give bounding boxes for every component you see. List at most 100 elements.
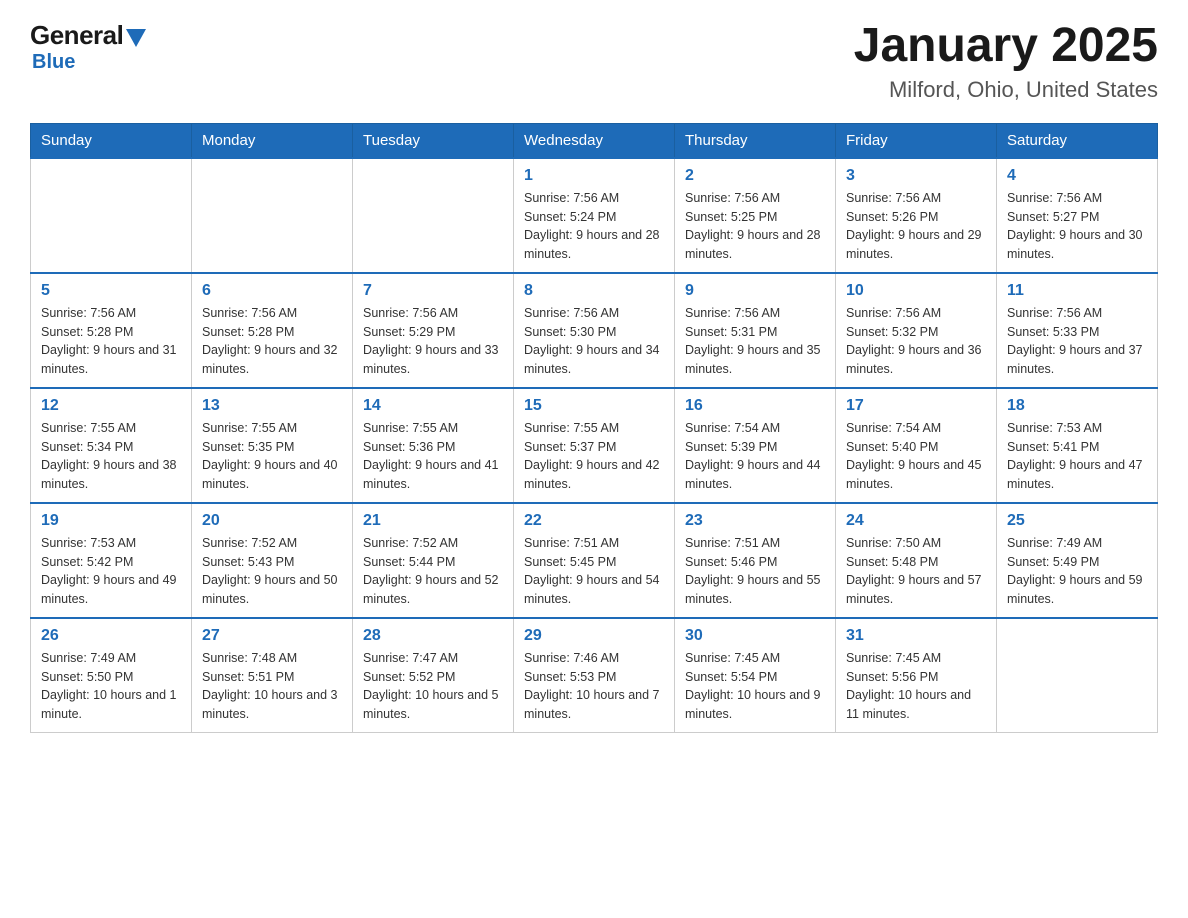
logo-triangle-icon [126,29,146,47]
location: Milford, Ohio, United States [854,77,1158,103]
logo-blue-text: Blue [32,51,75,74]
day-number: 5 [41,282,181,300]
calendar-cell: 11 Sunrise: 7:56 AMSunset: 5:33 PMDayligh… [997,273,1158,388]
calendar-cell: 16 Sunrise: 7:54 AMSunset: 5:39 PMDayligh… [675,388,836,503]
day-info: Sunrise: 7:52 AMSunset: 5:43 PMDaylight:… [202,534,342,609]
day-info: Sunrise: 7:56 AMSunset: 5:32 PMDaylight:… [846,304,986,379]
day-info: Sunrise: 7:45 AMSunset: 5:54 PMDaylight:… [685,649,825,724]
day-number: 19 [41,512,181,530]
calendar-cell: 25 Sunrise: 7:49 AMSunset: 5:49 PMDayligh… [997,503,1158,618]
day-number: 26 [41,627,181,645]
calendar-cell: 14Sunrise: 7:55 AMSunset: 5:36 PMDayligh… [353,388,514,503]
day-number: 12 [41,397,181,415]
day-number: 13 [202,397,342,415]
day-number: 6 [202,282,342,300]
calendar-week-row: 5 Sunrise: 7:56 AMSunset: 5:28 PMDaylight… [31,273,1158,388]
day-info: Sunrise: 7:56 AMSunset: 5:33 PMDaylight:… [1007,304,1147,379]
day-number: 29 [524,627,664,645]
calendar-cell: 10 Sunrise: 7:56 AMSunset: 5:32 PMDayligh… [836,273,997,388]
day-info: Sunrise: 7:50 AMSunset: 5:48 PMDaylight:… [846,534,986,609]
calendar-header-tuesday: Tuesday [353,123,514,158]
calendar-cell: 26 Sunrise: 7:49 AMSunset: 5:50 PMDayligh… [31,618,192,733]
day-info: Sunrise: 7:56 AMSunset: 5:31 PMDaylight:… [685,304,825,379]
calendar-cell: 28Sunrise: 7:47 AMSunset: 5:52 PMDayligh… [353,618,514,733]
day-info: Sunrise: 7:56 AMSunset: 5:28 PMDaylight:… [202,304,342,379]
day-info: Sunrise: 7:56 AMSunset: 5:30 PMDaylight:… [524,304,664,379]
calendar-cell: 13 Sunrise: 7:55 AMSunset: 5:35 PMDayligh… [192,388,353,503]
day-number: 4 [1007,167,1147,185]
calendar-cell: 17 Sunrise: 7:54 AMSunset: 5:40 PMDayligh… [836,388,997,503]
day-number: 15 [524,397,664,415]
calendar-header-row: SundayMondayTuesdayWednesdayThursdayFrid… [31,123,1158,158]
calendar-cell [192,158,353,273]
day-number: 9 [685,282,825,300]
calendar-cell: 27Sunrise: 7:48 AMSunset: 5:51 PMDayligh… [192,618,353,733]
day-number: 11 [1007,282,1147,300]
day-number: 3 [846,167,986,185]
calendar-cell: 12 Sunrise: 7:55 AMSunset: 5:34 PMDayligh… [31,388,192,503]
day-info: Sunrise: 7:56 AMSunset: 5:24 PMDaylight:… [524,189,664,264]
calendar-cell: 29 Sunrise: 7:46 AMSunset: 5:53 PMDayligh… [514,618,675,733]
day-number: 17 [846,397,986,415]
day-number: 1 [524,167,664,185]
day-info: Sunrise: 7:56 AMSunset: 5:29 PMDaylight:… [363,304,503,379]
calendar-cell: 21Sunrise: 7:52 AMSunset: 5:44 PMDayligh… [353,503,514,618]
day-info: Sunrise: 7:56 AMSunset: 5:27 PMDaylight:… [1007,189,1147,264]
day-info: Sunrise: 7:46 AMSunset: 5:53 PMDaylight:… [524,649,664,724]
logo-general-text: General [30,20,123,51]
calendar-cell: 15 Sunrise: 7:55 AMSunset: 5:37 PMDayligh… [514,388,675,503]
month-title: January 2025 [854,20,1158,73]
calendar-cell: 20 Sunrise: 7:52 AMSunset: 5:43 PMDayligh… [192,503,353,618]
calendar-header-wednesday: Wednesday [514,123,675,158]
day-number: 2 [685,167,825,185]
calendar-cell: 4 Sunrise: 7:56 AMSunset: 5:27 PMDaylight… [997,158,1158,273]
logo: General Blue [30,20,146,74]
calendar-cell: 19 Sunrise: 7:53 AMSunset: 5:42 PMDayligh… [31,503,192,618]
day-number: 18 [1007,397,1147,415]
calendar-cell: 2 Sunrise: 7:56 AMSunset: 5:25 PMDaylight… [675,158,836,273]
day-number: 14 [363,397,503,415]
day-info: Sunrise: 7:56 AMSunset: 5:25 PMDaylight:… [685,189,825,264]
page-header: General Blue January 2025 Milford, Ohio,… [30,20,1158,103]
calendar-header-monday: Monday [192,123,353,158]
calendar-cell: 18 Sunrise: 7:53 AMSunset: 5:41 PMDayligh… [997,388,1158,503]
calendar-cell [31,158,192,273]
calendar-header-thursday: Thursday [675,123,836,158]
calendar-cell: 8 Sunrise: 7:56 AMSunset: 5:30 PMDaylight… [514,273,675,388]
calendar-header-saturday: Saturday [997,123,1158,158]
day-number: 22 [524,512,664,530]
calendar-cell: 3 Sunrise: 7:56 AMSunset: 5:26 PMDaylight… [836,158,997,273]
day-number: 27 [202,627,342,645]
day-info: Sunrise: 7:51 AMSunset: 5:46 PMDaylight:… [685,534,825,609]
day-number: 10 [846,282,986,300]
day-info: Sunrise: 7:54 AMSunset: 5:40 PMDaylight:… [846,419,986,494]
day-number: 31 [846,627,986,645]
day-info: Sunrise: 7:52 AMSunset: 5:44 PMDaylight:… [363,534,503,609]
day-info: Sunrise: 7:54 AMSunset: 5:39 PMDaylight:… [685,419,825,494]
day-info: Sunrise: 7:56 AMSunset: 5:28 PMDaylight:… [41,304,181,379]
day-number: 25 [1007,512,1147,530]
day-info: Sunrise: 7:55 AMSunset: 5:37 PMDaylight:… [524,419,664,494]
day-info: Sunrise: 7:56 AMSunset: 5:26 PMDaylight:… [846,189,986,264]
day-info: Sunrise: 7:53 AMSunset: 5:42 PMDaylight:… [41,534,181,609]
calendar-week-row: 19 Sunrise: 7:53 AMSunset: 5:42 PMDayligh… [31,503,1158,618]
day-info: Sunrise: 7:45 AMSunset: 5:56 PMDaylight:… [846,649,986,724]
day-info: Sunrise: 7:49 AMSunset: 5:50 PMDaylight:… [41,649,181,724]
day-info: Sunrise: 7:55 AMSunset: 5:34 PMDaylight:… [41,419,181,494]
day-number: 23 [685,512,825,530]
calendar-header-friday: Friday [836,123,997,158]
day-info: Sunrise: 7:47 AMSunset: 5:52 PMDaylight:… [363,649,503,724]
title-section: January 2025 Milford, Ohio, United State… [854,20,1158,103]
day-info: Sunrise: 7:55 AMSunset: 5:35 PMDaylight:… [202,419,342,494]
day-number: 20 [202,512,342,530]
day-number: 8 [524,282,664,300]
calendar-cell: 24 Sunrise: 7:50 AMSunset: 5:48 PMDayligh… [836,503,997,618]
day-number: 16 [685,397,825,415]
calendar-cell: 9 Sunrise: 7:56 AMSunset: 5:31 PMDaylight… [675,273,836,388]
day-info: Sunrise: 7:53 AMSunset: 5:41 PMDaylight:… [1007,419,1147,494]
calendar-cell: 5 Sunrise: 7:56 AMSunset: 5:28 PMDaylight… [31,273,192,388]
calendar-cell [353,158,514,273]
day-number: 24 [846,512,986,530]
day-info: Sunrise: 7:49 AMSunset: 5:49 PMDaylight:… [1007,534,1147,609]
calendar-cell: 7Sunrise: 7:56 AMSunset: 5:29 PMDaylight… [353,273,514,388]
